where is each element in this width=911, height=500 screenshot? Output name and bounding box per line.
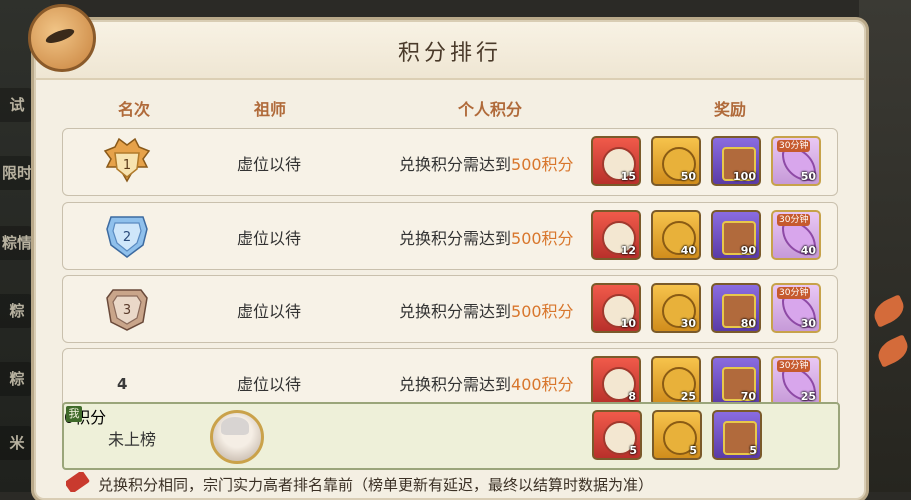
panel-header: 积分排行 xyxy=(36,22,864,80)
red-bag-icon[interactable]: 10 xyxy=(591,283,641,333)
founder-name: 虚位以待 xyxy=(237,302,302,321)
score-requirement: 兑换积分需达到500积分 xyxy=(399,155,574,174)
violet-scroll-icon[interactable]: 30分钟 50 xyxy=(771,136,821,186)
score-requirement: 兑换积分需达到500积分 xyxy=(399,302,574,321)
footer-text: 兑换积分相同，宗门实力高者排名靠前（榜单更新有延迟，最终以结算时数据为准） xyxy=(98,476,654,492)
side-tab[interactable]: 限时 xyxy=(0,156,34,190)
side-tab[interactable]: 粽情 xyxy=(0,226,34,260)
rank-number: 4 xyxy=(117,375,128,393)
purple-chest-icon[interactable]: 100 xyxy=(711,136,761,186)
background-right xyxy=(859,0,911,492)
founder-name: 虚位以待 xyxy=(237,155,302,174)
my-rank-label: 未上榜 xyxy=(108,430,157,449)
brush-icon xyxy=(66,472,91,492)
column-header-reward: 奖励 xyxy=(713,100,747,119)
side-tab[interactable]: 粽 xyxy=(0,294,34,328)
rank-badge-gold-icon: 1 xyxy=(101,137,153,187)
column-header-score: 个人积分 xyxy=(457,100,523,119)
side-tab[interactable]: 米 xyxy=(0,426,34,460)
purple-chest-icon[interactable]: 5 xyxy=(712,410,762,460)
violet-scroll-icon[interactable]: 30分钟 40 xyxy=(771,210,821,260)
avatar[interactable] xyxy=(210,410,264,464)
gold-tiger-icon[interactable]: 30 xyxy=(651,283,701,333)
side-tab[interactable]: 试 xyxy=(0,88,34,122)
ranking-panel: 积分排行 名次 祖师 个人积分 奖励 1 虚位以待 兑换积分需达到500积分 1… xyxy=(28,4,866,500)
red-bag-icon[interactable]: 5 xyxy=(592,410,642,460)
violet-scroll-icon[interactable]: 30分钟 30 xyxy=(771,283,821,333)
logo-icon xyxy=(28,4,96,72)
rank-badge-silver-icon: 2 xyxy=(101,211,153,261)
rank-number: 2 xyxy=(123,230,131,245)
table-row: 1 虚位以待 兑换积分需达到500积分 15 50 100 30分钟 50 xyxy=(62,128,838,196)
column-header-rank: 名次 xyxy=(117,100,151,119)
score-requirement: 兑换积分需达到400积分 xyxy=(399,375,574,394)
table-row: 2 虚位以待 兑换积分需达到500积分 12 40 90 30分钟 40 xyxy=(62,202,838,270)
gold-tiger-icon[interactable]: 25 xyxy=(651,356,701,406)
leaf-decoration xyxy=(873,334,911,368)
rank-number: 3 xyxy=(123,303,131,318)
column-header-founder: 祖师 xyxy=(253,100,287,119)
gold-tiger-icon[interactable]: 50 xyxy=(651,136,701,186)
gold-tiger-icon[interactable]: 40 xyxy=(651,210,701,260)
purple-chest-icon[interactable]: 70 xyxy=(711,356,761,406)
red-bag-icon[interactable]: 8 xyxy=(591,356,641,406)
red-bag-icon[interactable]: 15 xyxy=(591,136,641,186)
rank-badge-bronze-icon: 3 xyxy=(101,284,153,334)
rank-number: 1 xyxy=(123,158,131,173)
footer-note: 兑换积分相同，宗门实力高者排名靠前（榜单更新有延迟，最终以结算时数据为准） xyxy=(66,472,866,492)
side-tab[interactable]: 粽 xyxy=(0,362,34,396)
red-bag-icon[interactable]: 12 xyxy=(591,210,641,260)
my-rank-corner-badge: 我 xyxy=(66,406,82,422)
purple-chest-icon[interactable]: 90 xyxy=(711,210,761,260)
leaf-decoration xyxy=(869,294,909,328)
my-rank-row: 我 未上榜 0积分 5 5 5 xyxy=(62,402,840,470)
gold-tiger-icon[interactable]: 5 xyxy=(652,410,702,460)
purple-chest-icon[interactable]: 80 xyxy=(711,283,761,333)
table-row: 3 虚位以待 兑换积分需达到500积分 10 30 80 30分钟 30 xyxy=(62,275,838,343)
violet-scroll-icon[interactable]: 30分钟 25 xyxy=(771,356,821,406)
founder-name: 虚位以待 xyxy=(237,229,302,248)
founder-name: 虚位以待 xyxy=(237,375,302,394)
score-requirement: 兑换积分需达到500积分 xyxy=(399,229,574,248)
panel-title: 积分排行 xyxy=(397,41,502,66)
